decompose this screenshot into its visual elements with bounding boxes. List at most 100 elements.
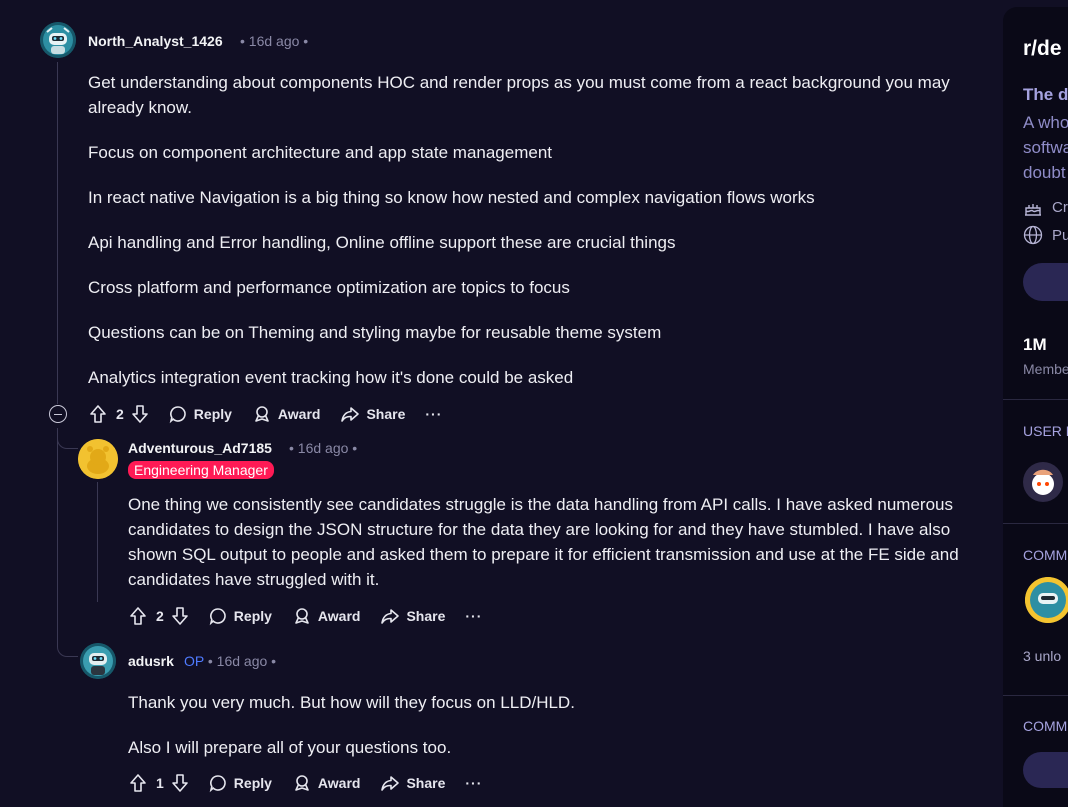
comment-action-bar: 2 Reply Award Share ··· xyxy=(128,601,502,631)
more-options-button[interactable]: ··· xyxy=(465,608,482,624)
comment-paragraph: Cross platform and performance optimizat… xyxy=(88,278,570,297)
thread-branch-1 xyxy=(57,437,78,449)
reply-button[interactable]: Reply xyxy=(168,404,232,424)
award-button[interactable]: Award xyxy=(292,773,361,793)
community-tagline: The d xyxy=(1023,85,1068,104)
separator: • xyxy=(352,440,358,456)
vote-control: 1 xyxy=(128,773,190,793)
comment-username[interactable]: Adventurous_Ad7185 xyxy=(128,440,272,456)
snoo-avatar-icon xyxy=(1032,469,1054,495)
more-label: ··· xyxy=(465,608,483,624)
achievement-avatar[interactable] xyxy=(1025,577,1068,623)
community-description-line: doubt xyxy=(1023,163,1066,182)
thread-line-reply-1 xyxy=(97,482,98,602)
award-button[interactable]: Award xyxy=(252,404,321,424)
reply-bubble-icon xyxy=(169,406,186,424)
award-label: Award xyxy=(317,775,361,791)
share-icon xyxy=(381,776,400,791)
comment-username[interactable]: North_Analyst_1426 xyxy=(88,33,223,49)
divider xyxy=(1003,399,1068,400)
more-options-button[interactable]: ··· xyxy=(465,775,482,791)
more-options-button[interactable]: ··· xyxy=(425,406,442,422)
op-badge: OP xyxy=(184,653,204,669)
globe-icon xyxy=(1023,225,1043,245)
downvote-icon[interactable] xyxy=(130,404,150,424)
comment-paragraph: Also I will prepare all of your question… xyxy=(128,738,452,757)
section-heading-community-2: COMM xyxy=(1023,718,1068,734)
comment-age[interactable]: 16d ago xyxy=(249,33,300,49)
reply-button[interactable]: Reply xyxy=(208,773,272,793)
comment-meta: OP • 16d ago • xyxy=(184,653,276,669)
section-heading-community: COMM xyxy=(1023,547,1068,563)
share-label: Share xyxy=(366,406,406,422)
separator: • xyxy=(303,33,309,49)
cake-icon xyxy=(1025,204,1041,216)
share-icon xyxy=(341,407,360,422)
robot-avatar-icon xyxy=(80,643,116,679)
community-name[interactable]: r/de xyxy=(1023,37,1062,61)
comment-action-bar: 1 Reply Award Share ··· xyxy=(128,768,502,798)
reply-bubble-icon xyxy=(209,608,226,626)
share-button[interactable]: Share xyxy=(340,404,405,424)
comment-paragraph: Focus on component architecture and app … xyxy=(88,143,553,162)
comment-age[interactable]: 16d ago xyxy=(217,653,268,669)
user-flair-badge: Engineering Manager xyxy=(128,461,274,479)
vote-count: 2 xyxy=(156,608,164,624)
members-label: Membe xyxy=(1023,361,1068,377)
avatar[interactable] xyxy=(40,22,76,58)
downvote-icon[interactable] xyxy=(170,773,190,793)
comment-age[interactable]: 16d ago xyxy=(298,440,349,456)
comment-paragraph: Api handling and Error handling, Online … xyxy=(88,233,676,252)
award-icon xyxy=(295,775,309,791)
section-heading-user-flair: USER F xyxy=(1023,423,1068,439)
thread-line-main xyxy=(57,62,58,404)
reply-bubble-icon xyxy=(209,775,226,793)
thread-branch-2 xyxy=(57,645,78,657)
more-label: ··· xyxy=(465,775,483,791)
award-icon xyxy=(295,608,309,624)
achievements-unlocked[interactable]: 3 unlo xyxy=(1023,648,1061,664)
join-button[interactable] xyxy=(1023,263,1068,301)
visibility-label: Pu xyxy=(1052,227,1068,244)
avatar[interactable] xyxy=(78,439,118,479)
award-label: Award xyxy=(317,608,361,624)
award-label: Award xyxy=(277,406,321,422)
comment-paragraph: Thank you very much. But how will they f… xyxy=(128,693,575,712)
vote-control: 2 xyxy=(88,404,150,424)
vote-count: 1 xyxy=(156,775,164,791)
robot-avatar-icon xyxy=(40,22,76,58)
avatar[interactable] xyxy=(80,643,116,679)
collapse-icon[interactable] xyxy=(49,405,67,423)
separator: • xyxy=(271,653,277,669)
members-count: 1M xyxy=(1023,335,1047,354)
comment-paragraph: Questions can be on Theming and styling … xyxy=(88,323,662,342)
share-button[interactable]: Share xyxy=(380,606,445,626)
created-date: Cr xyxy=(1052,199,1068,216)
downvote-icon[interactable] xyxy=(170,606,190,626)
user-flair-avatar[interactable] xyxy=(1023,462,1063,502)
reply-button[interactable]: Reply xyxy=(208,606,272,626)
vote-control: 2 xyxy=(128,606,190,626)
share-button[interactable]: Share xyxy=(380,773,445,793)
comment-paragraph: Analytics integration event tracking how… xyxy=(88,368,574,387)
comment-paragraph: One thing we consistently see candidates… xyxy=(128,495,959,589)
divider xyxy=(1003,523,1068,524)
share-label: Share xyxy=(406,608,446,624)
community-description-line: softwa xyxy=(1023,138,1068,157)
vote-count: 2 xyxy=(116,406,124,422)
comment-paragraph: In react native Navigation is a big thin… xyxy=(88,188,815,207)
reply-label: Reply xyxy=(193,406,232,422)
comment-username[interactable]: adusrk xyxy=(128,653,174,669)
reply-label: Reply xyxy=(233,608,272,624)
separator: • xyxy=(289,440,294,456)
upvote-icon[interactable] xyxy=(128,773,148,793)
community-description-line: A who xyxy=(1023,113,1068,132)
thread-line-replies xyxy=(57,428,58,646)
sidebar-button[interactable] xyxy=(1023,752,1068,788)
community-sidebar: r/de The d A who softwa doubt Cr Pu 1M M… xyxy=(1003,7,1068,807)
upvote-icon[interactable] xyxy=(88,404,108,424)
award-icon xyxy=(255,406,269,422)
award-button[interactable]: Award xyxy=(292,606,361,626)
share-label: Share xyxy=(406,775,446,791)
upvote-icon[interactable] xyxy=(128,606,148,626)
